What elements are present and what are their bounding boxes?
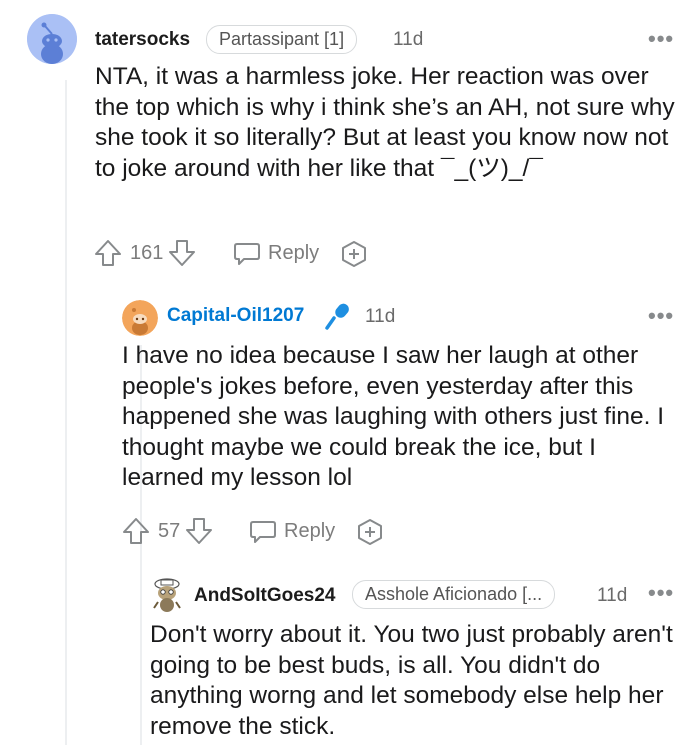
downvote-arrow-icon[interactable]	[167, 238, 197, 268]
user-flair: Partassipant [1]	[206, 25, 358, 54]
vote-bar: 57	[121, 514, 214, 548]
vote-count: 57	[158, 519, 181, 542]
comment-body: Don't worry about it. You two just proba…	[150, 621, 673, 740]
speech-bubble-icon	[234, 243, 260, 265]
comment-body: NTA, it was a harmless joke. Her reactio…	[95, 63, 675, 182]
upvote-arrow-icon[interactable]	[93, 238, 123, 268]
reply-label: Reply	[268, 241, 320, 264]
avatar[interactable]	[148, 576, 186, 614]
comment-username[interactable]: AndSoItGoes24	[194, 585, 335, 607]
upvote-arrow-icon[interactable]	[121, 516, 151, 546]
more-options-icon[interactable]: •••	[648, 580, 674, 606]
comment-timestamp: 11d	[365, 306, 396, 327]
speech-bubble-icon	[250, 521, 276, 543]
vote-bar: 161	[93, 236, 197, 270]
comment-username[interactable]: Capital-Oil1207	[167, 305, 304, 327]
reply-label: Reply	[284, 519, 336, 542]
add-award-icon[interactable]	[340, 240, 368, 273]
downvote-arrow-icon[interactable]	[184, 516, 214, 546]
avatar[interactable]	[122, 300, 158, 336]
vote-count: 161	[130, 241, 164, 264]
more-options-icon[interactable]: •••	[648, 26, 674, 52]
comment-body: I have no idea because I saw her laugh a…	[122, 342, 665, 491]
comment-username[interactable]: tatersocks	[95, 29, 190, 51]
reply-button[interactable]: Reply	[248, 514, 335, 548]
avatar[interactable]	[27, 14, 77, 64]
more-options-icon[interactable]: •••	[648, 303, 674, 329]
user-flair: Asshole Aficionado [...	[352, 580, 556, 609]
microphone-icon	[322, 300, 354, 337]
snoo-avatar-icon	[122, 300, 158, 336]
comment-timestamp: 11d	[393, 29, 424, 50]
thread-line[interactable]	[65, 80, 67, 745]
reply-button[interactable]: Reply	[232, 236, 319, 270]
comment-timestamp: 11d	[597, 585, 628, 606]
snoo-avatar-icon	[27, 14, 77, 64]
add-award-icon[interactable]	[356, 518, 384, 551]
snoo-avatar-icon	[153, 578, 181, 612]
